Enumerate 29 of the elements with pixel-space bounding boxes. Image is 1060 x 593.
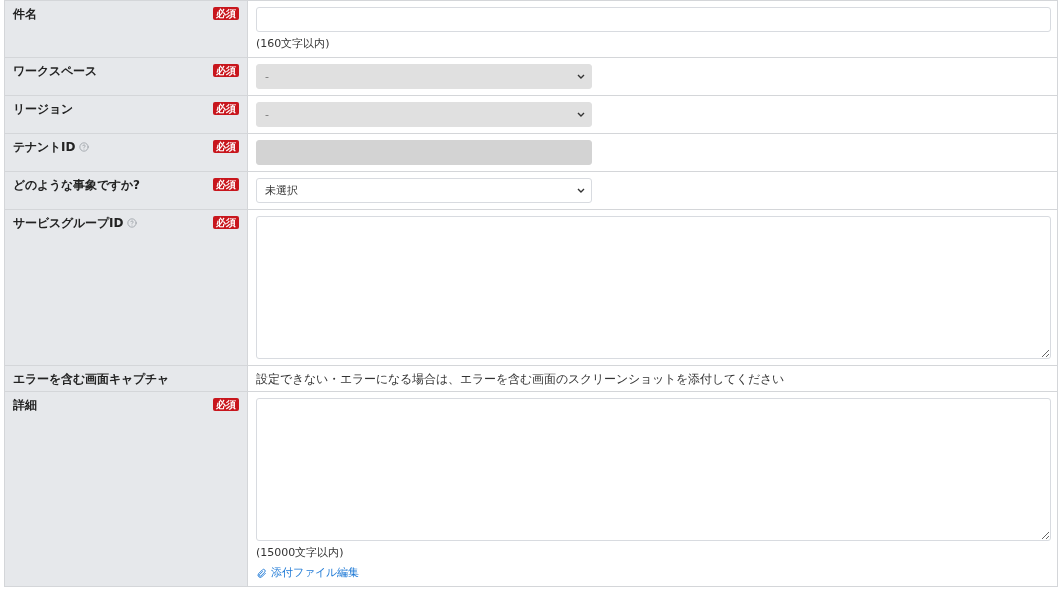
required-badge: 必須	[213, 102, 239, 115]
paperclip-icon	[256, 567, 267, 579]
chevron-down-icon	[577, 188, 585, 193]
select-field[interactable]: 未選択	[256, 178, 592, 203]
field-label: リージョン	[13, 102, 73, 116]
required-badge: 必須	[213, 178, 239, 191]
field-label: 詳細	[13, 398, 37, 412]
attach-file-link[interactable]: 添付ファイル編集	[256, 566, 359, 580]
character-limit-note: (160文字以内)	[256, 37, 330, 51]
required-badge: 必須	[213, 64, 239, 77]
text-area[interactable]	[256, 398, 1051, 541]
field-label: どのような事象ですか?	[13, 178, 140, 192]
help-icon[interactable]	[127, 218, 138, 228]
required-badge: 必須	[213, 216, 239, 229]
required-badge: 必須	[213, 140, 239, 153]
character-limit-note: (15000文字以内)	[256, 546, 344, 560]
field-label: 件名	[13, 7, 37, 21]
chevron-down-icon	[577, 74, 585, 79]
field-label: テナントID	[13, 140, 76, 154]
required-badge: 必須	[213, 398, 239, 411]
text-area[interactable]	[256, 216, 1051, 359]
instruction-text: 設定できない・エラーになる場合は、エラーを含む画面のスクリーンショットを添付してください	[256, 372, 785, 386]
required-badge: 必須	[213, 7, 239, 20]
field-label: エラーを含む画面キャプチャ	[13, 372, 169, 386]
text-field[interactable]	[256, 7, 1051, 32]
help-icon[interactable]	[79, 142, 90, 152]
field-label: ワークスペース	[13, 64, 97, 78]
field-label: サービスグループID	[13, 216, 124, 230]
chevron-down-icon	[577, 112, 585, 117]
